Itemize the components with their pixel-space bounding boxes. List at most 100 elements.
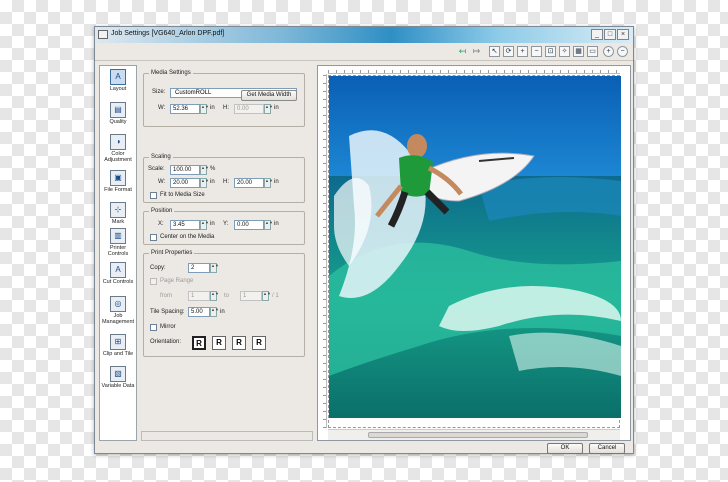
orientation-90-button[interactable]: R <box>212 336 226 350</box>
media-w-label: W: <box>158 105 166 111</box>
mirror-label: Mirror <box>160 324 176 330</box>
print-preview-area[interactable] <box>317 65 631 441</box>
orientation-270-button[interactable]: R <box>252 336 266 350</box>
cut-controls-icon: A <box>110 262 126 278</box>
orientation-180-button[interactable]: R <box>232 336 246 350</box>
media-width-field[interactable]: 52.36 <box>170 104 200 114</box>
page-to-field[interactable]: 1 <box>240 291 262 301</box>
zoom-in-icon[interactable]: + <box>517 46 528 57</box>
media-height-field[interactable]: 0.00 <box>234 104 264 114</box>
scale-spinner[interactable]: ▲▼ <box>200 165 209 175</box>
sidebar-item-label: Cut Controls <box>102 279 134 285</box>
ok-button[interactable]: OK <box>547 443 583 454</box>
sidebar-item-variable-data[interactable]: ▧ Variable Data <box>100 366 136 389</box>
media-width-spinner[interactable]: ▲▼ <box>200 104 209 114</box>
close-button[interactable]: × <box>617 29 629 40</box>
sidebar-item-printer-controls[interactable]: ▥ Printer Controls <box>100 228 136 257</box>
copy-spinner[interactable]: ▲▼ <box>210 263 219 273</box>
position-x-spinner[interactable]: ▲▼ <box>200 220 209 230</box>
scale-field[interactable]: 100.00 <box>170 165 200 175</box>
zoom-out-icon[interactable]: − <box>531 46 542 57</box>
grid-icon[interactable]: ▦ <box>573 46 584 57</box>
scale-h-label: H: <box>223 179 229 185</box>
sidebar-item-color-adjustment[interactable]: ◑ Color Adjustment <box>100 134 136 163</box>
media-sheet <box>328 75 621 428</box>
clip-and-tile-icon: ⊞ <box>110 334 126 350</box>
scrollbar-thumb[interactable] <box>368 432 588 438</box>
mirror-checkbox[interactable] <box>150 324 157 331</box>
get-media-width-button[interactable]: Get Media Width <box>241 90 297 101</box>
scale-width-unit: in <box>210 179 215 185</box>
sidebar-item-label: Mark <box>111 219 125 225</box>
sidebar-item-file-format[interactable]: ▣ File Format <box>100 170 136 193</box>
sidebar-item-clip-and-tile[interactable]: ⊞ Clip and Tile <box>100 334 136 357</box>
sidebar-item-mark[interactable]: ⊹ Mark <box>100 202 136 225</box>
printer-controls-icon: ▥ <box>110 228 126 244</box>
scale-width-field[interactable]: 20.00 <box>170 178 200 188</box>
tile-spacing-unit: in <box>220 309 225 315</box>
group-title: Print Properties <box>149 250 195 256</box>
sidebar-item-label: Clip and Tile <box>102 351 134 357</box>
cancel-button[interactable]: Cancel <box>589 443 625 454</box>
page-from-spinner[interactable]: ▲▼ <box>210 291 219 301</box>
left-ruler <box>318 74 327 428</box>
status-bar <box>141 431 313 441</box>
fit-to-media-checkbox[interactable] <box>150 192 157 199</box>
media-width-unit: in <box>210 105 215 111</box>
horizontal-scrollbar[interactable] <box>328 429 620 440</box>
media-height-spinner[interactable]: ▲▼ <box>264 104 273 114</box>
page-to-spinner[interactable]: ▲▼ <box>262 291 271 301</box>
sidebar-item-quality[interactable]: ▤ Quality <box>100 102 136 125</box>
sidebar-item-label: Color Adjustment <box>104 151 132 163</box>
sidebar-item-layout[interactable]: A Layout <box>100 69 136 92</box>
sidebar-item-label: Layout <box>109 86 127 92</box>
app-icon <box>98 30 108 39</box>
page-from-field[interactable]: 1 <box>188 291 210 301</box>
add-icon[interactable]: + <box>603 46 614 57</box>
back-arrow-icon[interactable]: ↤ <box>457 46 468 57</box>
tile-spacing-spinner[interactable]: ▲▼ <box>210 307 219 317</box>
center-on-media-checkbox[interactable] <box>150 234 157 241</box>
copy-field[interactable]: 2 <box>188 263 210 273</box>
page-icon[interactable]: ▭ <box>587 46 598 57</box>
media-h-label: H: <box>223 105 229 111</box>
scaling-group: Scaling Scale: 100.00 ▲▼ % W: 20.00 ▲▼ i… <box>143 154 305 203</box>
title-bar[interactable]: Job Settings [VG640_Arlon DPF.pdf] _ □ × <box>95 27 633 43</box>
top-ruler <box>328 66 620 74</box>
sidebar-item-label: Printer Controls <box>107 245 129 257</box>
scale-height-spinner[interactable]: ▲▼ <box>264 178 273 188</box>
page-total-label: / 1 <box>272 293 279 299</box>
layout-settings-panel: Media Settings Size: CustomROLL W: 52.36… <box>141 65 311 441</box>
page-range-checkbox[interactable] <box>150 278 157 285</box>
maximize-button[interactable]: □ <box>604 29 616 40</box>
sidebar-item-label: Quality <box>109 119 127 125</box>
surfer-photo-preview[interactable] <box>329 76 621 418</box>
scale-width-spinner[interactable]: ▲▼ <box>200 178 209 188</box>
position-y-field[interactable]: 0.00 <box>234 220 264 230</box>
quality-icon: ▤ <box>110 102 126 118</box>
sidebar-item-job-management[interactable]: ◎ Job Management <box>100 296 136 325</box>
minimize-button[interactable]: _ <box>591 29 603 40</box>
color-adjustment-icon: ◑ <box>110 134 126 150</box>
group-title: Media Settings <box>149 70 193 76</box>
sidebar-item-cut-controls[interactable]: A Cut Controls <box>100 262 136 285</box>
orientation-0-button[interactable]: R <box>192 336 206 350</box>
copy-label: Copy: <box>150 265 166 271</box>
position-y-unit: in <box>274 221 279 227</box>
tile-spacing-field[interactable]: 5.00 <box>188 307 210 317</box>
zoom-fit-icon[interactable]: ⊡ <box>545 46 556 57</box>
sidebar-item-label: File Format <box>104 187 132 193</box>
size-label: Size: <box>152 89 166 95</box>
position-y-spinner[interactable]: ▲▼ <box>264 220 273 230</box>
rotate-icon[interactable]: ⟳ <box>503 46 514 57</box>
scale-height-field[interactable]: 20.00 <box>234 178 264 188</box>
position-x-label: X: <box>158 221 164 227</box>
star-icon[interactable]: ✧ <box>559 46 570 57</box>
group-title: Position <box>149 208 175 214</box>
remove-icon[interactable]: − <box>617 46 628 57</box>
job-settings-window: Job Settings [VG640_Arlon DPF.pdf] _ □ ×… <box>94 26 634 454</box>
forward-arrow-icon[interactable]: ↦ <box>471 46 482 57</box>
pointer-icon[interactable]: ↖ <box>489 46 500 57</box>
group-title: Scaling <box>149 154 173 160</box>
position-x-field[interactable]: 3.45 <box>170 220 200 230</box>
